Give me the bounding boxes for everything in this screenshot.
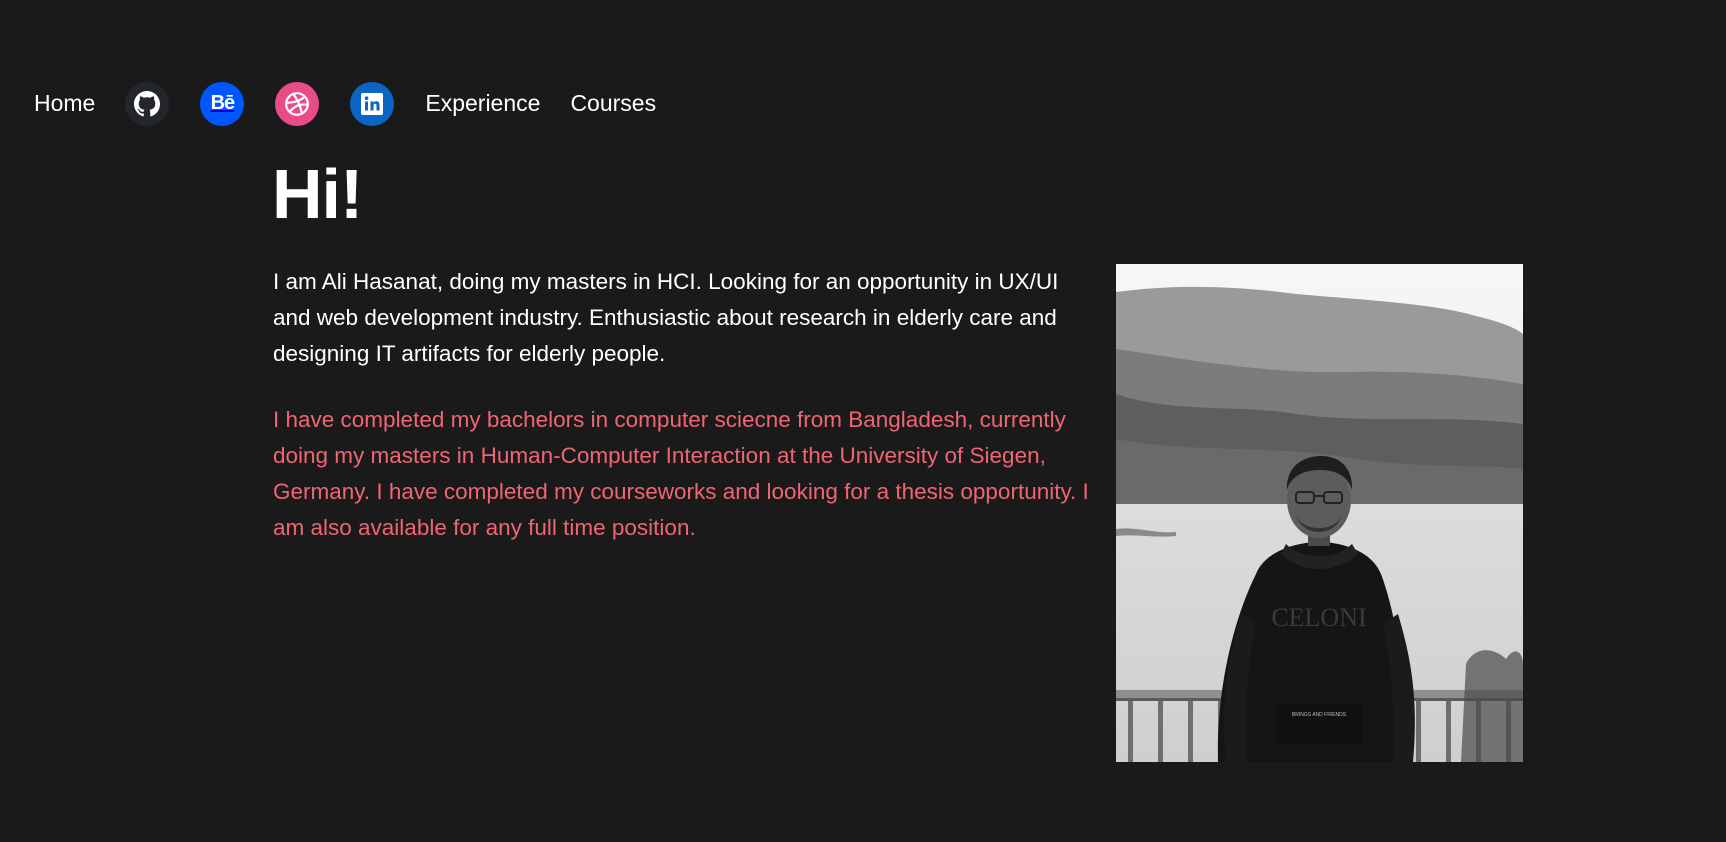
page-title: Hi! xyxy=(272,155,363,233)
bio-paragraph: I have completed my bachelors in compute… xyxy=(273,407,1089,540)
pocket-print: BRINGS AND FRIENDS xyxy=(1292,712,1347,718)
github-icon xyxy=(134,90,161,117)
nav-experience-link[interactable]: Experience xyxy=(425,81,540,126)
dribbble-link[interactable] xyxy=(275,81,320,126)
linkedin-link[interactable] xyxy=(350,81,395,126)
behance-link[interactable]: Bē xyxy=(200,81,245,126)
linkedin-icon xyxy=(360,92,384,116)
behance-icon: Bē xyxy=(210,92,236,114)
github-link[interactable] xyxy=(125,81,170,126)
top-nav: Home Bē Experience Courses xyxy=(34,81,656,126)
hoodie-print: CELONI xyxy=(1271,603,1366,632)
dribbble-icon xyxy=(284,91,310,117)
page: Home Bē Experience Courses Hi! I am Ali … xyxy=(0,0,1726,842)
profile-photo: CELONI BRINGS AND FRIENDS xyxy=(1116,264,1523,762)
nav-home-link[interactable]: Home xyxy=(34,81,95,126)
nav-courses-link[interactable]: Courses xyxy=(570,81,656,126)
intro-paragraph: I am Ali Hasanat, doing my masters in HC… xyxy=(273,269,1059,366)
